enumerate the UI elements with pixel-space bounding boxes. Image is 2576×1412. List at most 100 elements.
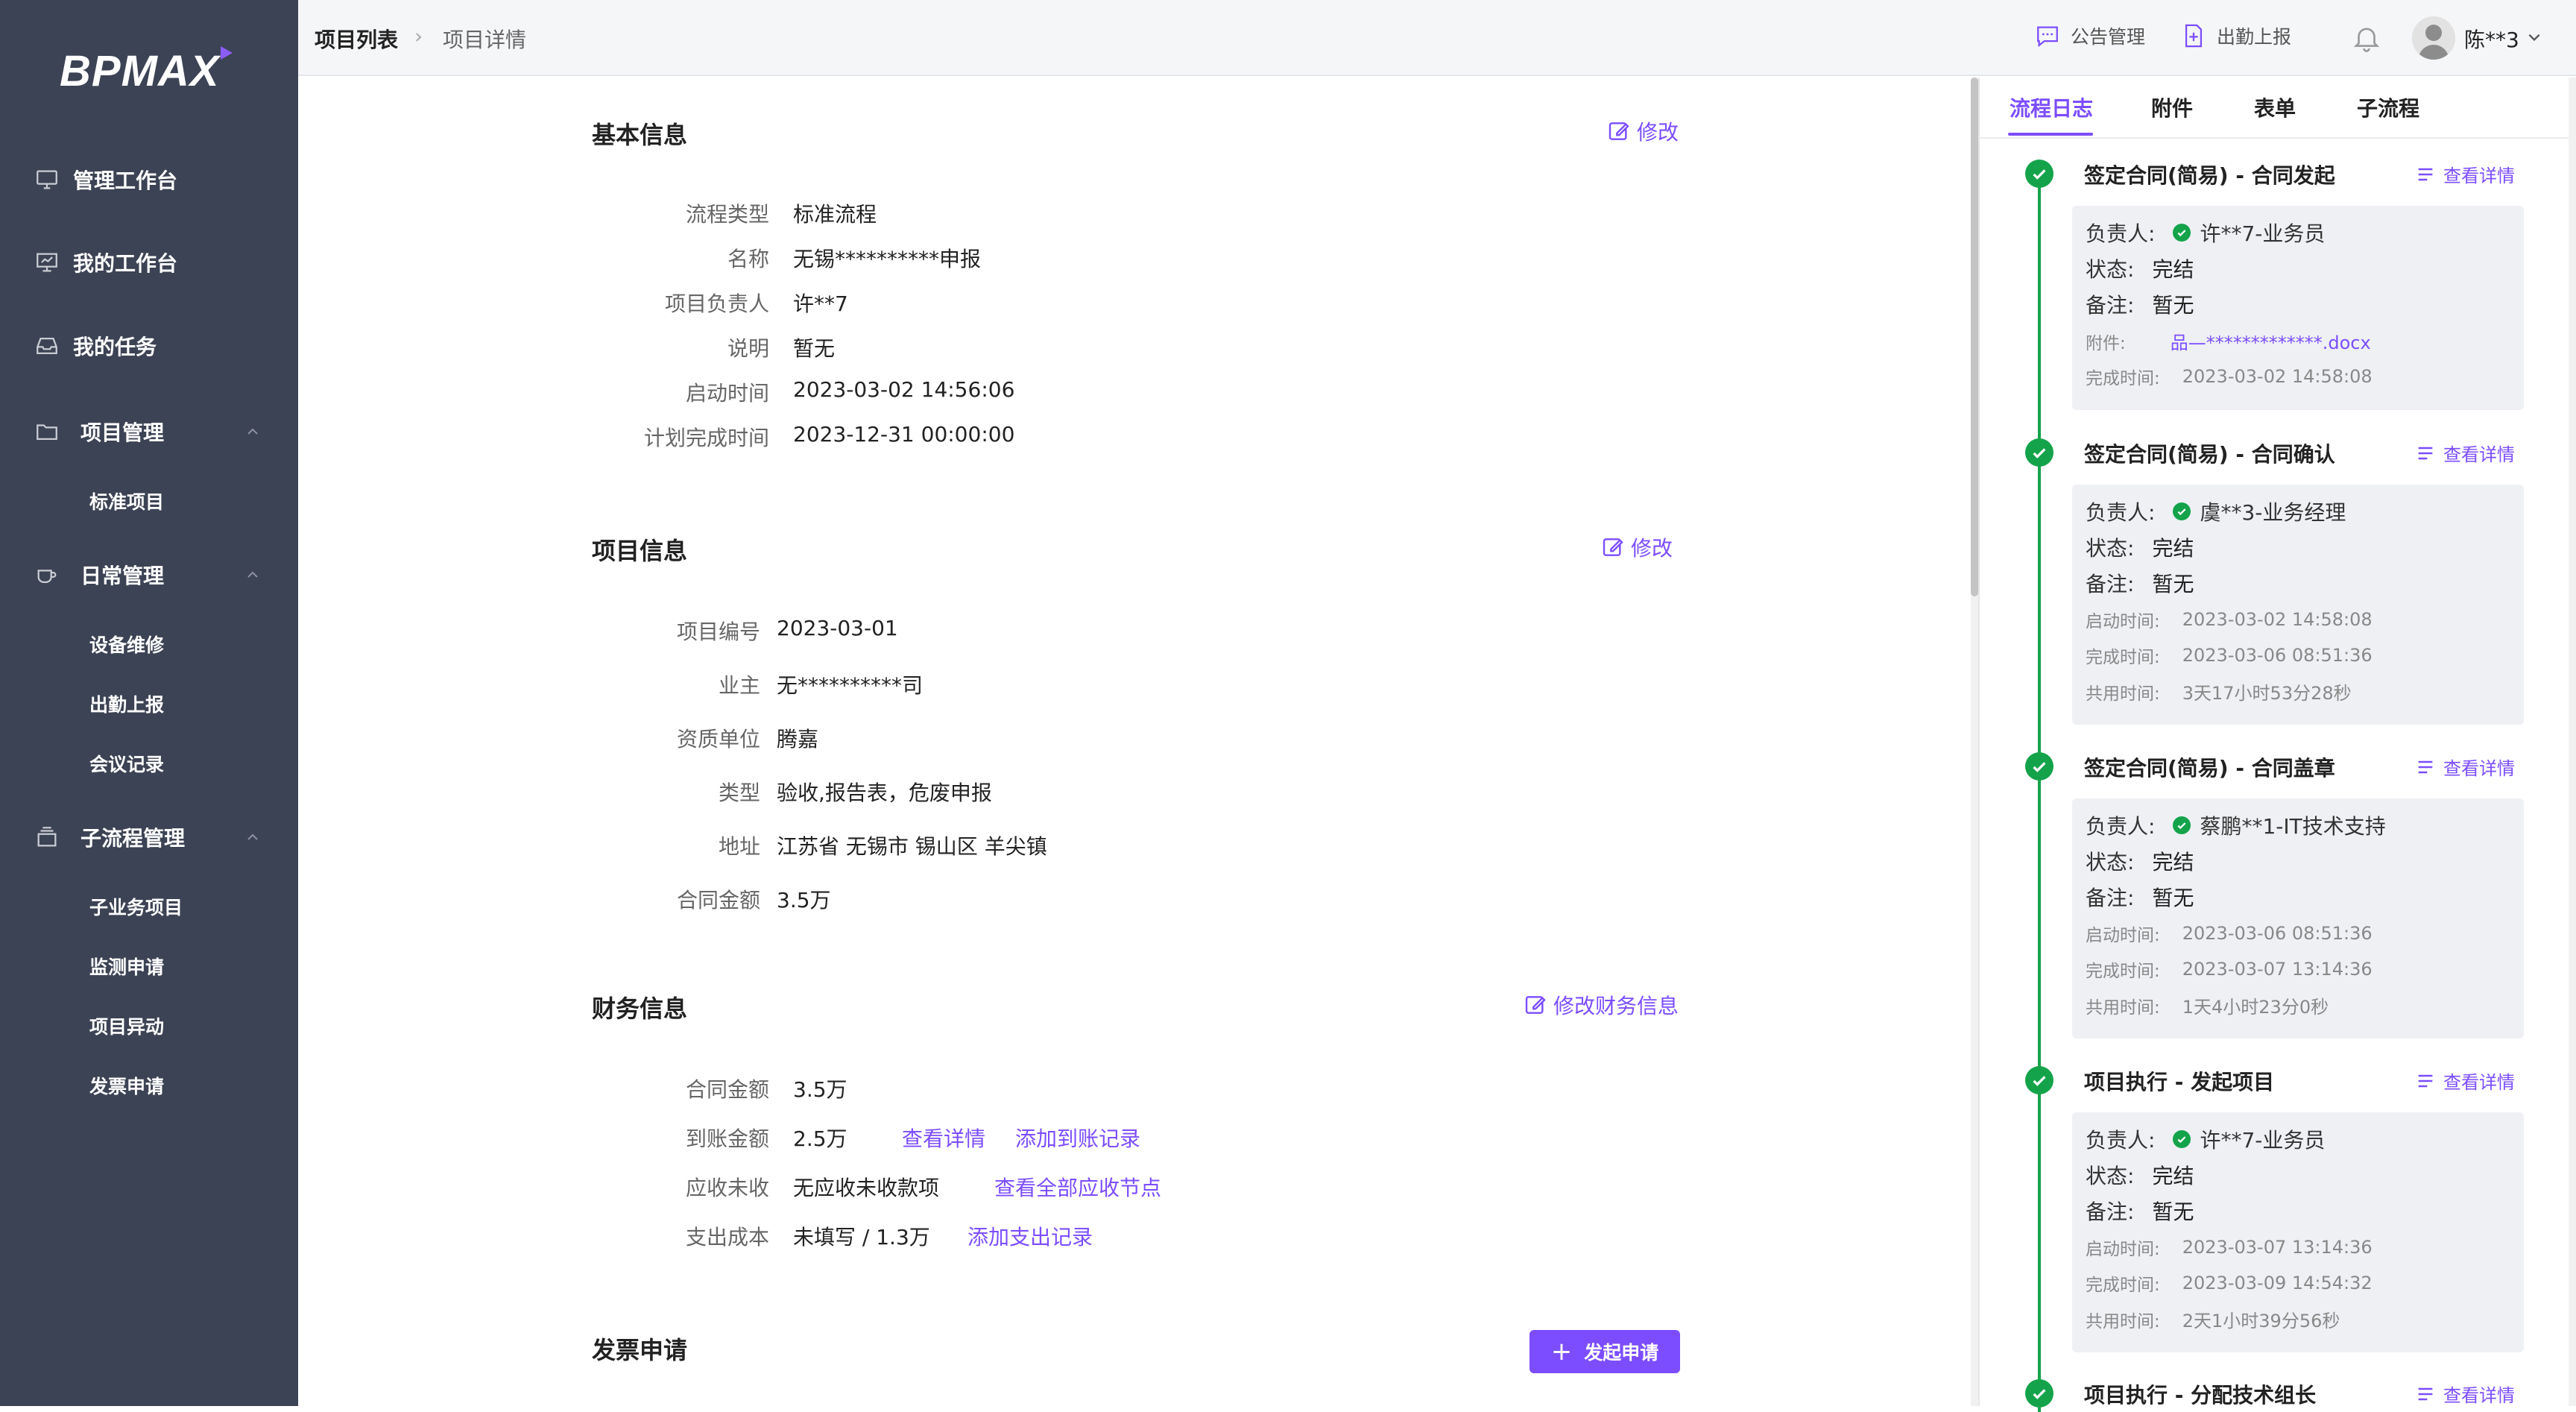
- bell-icon[interactable]: [2351, 22, 2382, 54]
- avatar[interactable]: [2412, 16, 2455, 60]
- timeline-check-icon: [2025, 438, 2053, 467]
- attendance-label: 出勤上报: [2217, 26, 2292, 48]
- check-circle-icon: [2173, 816, 2191, 834]
- tab-process-log[interactable]: 流程日志: [2010, 92, 2093, 122]
- view-details-label: 查看详情: [2443, 1385, 2515, 1406]
- add-received-record-link[interactable]: 添加到账记录: [1015, 1123, 1140, 1153]
- field-value: 2023-12-31 00:00:00: [793, 422, 1015, 447]
- status-value: 完结: [2152, 1164, 2194, 1188]
- field-label: 应收未收: [685, 1176, 769, 1200]
- owner-value: 虞**3-业务经理: [2200, 500, 2346, 525]
- log-card: 负责人: 许**7-业务员 状态: 完结 备注: 暂无 附件: 品—*********…: [2072, 206, 2524, 410]
- log-view-details-button[interactable]: 查看详情: [2415, 161, 2515, 187]
- finish-time-label: 完成时间:: [2086, 369, 2160, 388]
- sidebar-subitem-sub-business[interactable]: 子业务项目: [89, 888, 183, 925]
- list-icon: [2418, 447, 2433, 459]
- duration-value: 2天1小时39分56秒: [2182, 1311, 2340, 1331]
- start-time-label: 启动时间:: [2086, 926, 2160, 945]
- start-invoice-request-button[interactable]: + 发起申请: [1530, 1330, 1680, 1373]
- note-label: 备注:: [2086, 886, 2135, 910]
- tab-attachments[interactable]: 附件: [2151, 92, 2193, 122]
- log-view-details-button[interactable]: 查看详情: [2415, 440, 2515, 466]
- owner-label: 负责人:: [2086, 221, 2156, 246]
- log-card: 负责人: 蔡鹏**1-IT技术支持 状态: 完结 备注: 暂无 启动时间: 2023-…: [2072, 798, 2524, 1038]
- monitor-icon: [37, 170, 57, 189]
- timeline-check-icon: [2025, 160, 2053, 188]
- log-title: 项目执行 - 分配技术组长: [2084, 1383, 2317, 1408]
- check-circle-icon: [2173, 502, 2191, 520]
- sidebar-subitem-meeting-record[interactable]: 会议记录: [89, 745, 164, 782]
- view-received-details-link[interactable]: 查看详情: [902, 1123, 985, 1153]
- note-value: 暂无: [2152, 572, 2194, 596]
- sidebar-subitem-monitoring-request[interactable]: 监测申请: [89, 948, 164, 985]
- finish-time-value: 2023-03-09 14:54:32: [2182, 1273, 2373, 1293]
- sidebar-item-subprocess-management[interactable]: 子流程管理: [0, 811, 298, 863]
- sidebar-item-daily-management[interactable]: 日常管理: [0, 549, 298, 601]
- field-label: 项目编号: [676, 620, 760, 644]
- edit-label: 修改财务信息: [1553, 994, 1679, 1018]
- sidebar-item-my-workbench[interactable]: 我的工作台: [0, 236, 298, 289]
- finance-info-edit-button[interactable]: 修改财务信息: [1524, 990, 1679, 1020]
- check-circle-icon: [2173, 1130, 2191, 1148]
- plus-icon: +: [1550, 1337, 1573, 1367]
- view-all-receivable-nodes-link[interactable]: 查看全部应收节点: [994, 1172, 1161, 1202]
- logo[interactable]: BPMAX: [60, 46, 219, 96]
- note-label: 备注:: [2086, 572, 2135, 596]
- basic-info-edit-button[interactable]: 修改: [1607, 116, 1679, 146]
- attendance-link[interactable]: 出勤上报: [2181, 22, 2291, 49]
- status-value: 完结: [2152, 257, 2194, 282]
- sidebar-subitem-attendance[interactable]: 出勤上报: [89, 685, 164, 722]
- log-view-details-button[interactable]: 查看详情: [2415, 754, 2515, 780]
- field-value: 验收,报告表，危废申报: [777, 781, 992, 805]
- sidebar-item-label: 子流程管理: [80, 826, 186, 851]
- breadcrumb-separator-icon: ›: [414, 24, 423, 48]
- user-avatar-icon: [2412, 16, 2455, 60]
- edit-label: 修改: [1631, 536, 1673, 561]
- field-value: 未填写 / 1.3万: [793, 1225, 930, 1249]
- list-icon: [2418, 760, 2433, 773]
- field-value: 2023-03-02 14:56:06: [793, 377, 1015, 402]
- log-view-details-button[interactable]: 查看详情: [2415, 1068, 2515, 1094]
- main-scrollbar-thumb[interactable]: [1971, 78, 1978, 596]
- right-panel-scrollbar[interactable]: [2569, 78, 2576, 1406]
- list-icon: [2418, 168, 2433, 180]
- breadcrumb-project-list[interactable]: 项目列表: [315, 24, 398, 54]
- duration-label: 共用时间:: [2086, 684, 2160, 704]
- log-view-details-button[interactable]: 查看详情: [2415, 1381, 2515, 1407]
- announcement-link[interactable]: 公告管理: [2035, 22, 2145, 49]
- timeline-line: [2038, 174, 2041, 1412]
- field-label: 名称: [727, 247, 769, 271]
- timeline-check-icon: [2025, 1379, 2053, 1408]
- logo-mark-icon: [221, 46, 233, 60]
- sidebar-item-label: 管理工作台: [73, 168, 178, 193]
- button-label: 发起申请: [1584, 1342, 1659, 1364]
- tab-subprocess[interactable]: 子流程: [2357, 92, 2419, 122]
- tab-forms[interactable]: 表单: [2254, 92, 2296, 122]
- add-expense-record-link[interactable]: 添加支出记录: [967, 1221, 1093, 1251]
- sidebar-subitem-standard-project[interactable]: 标准项目: [89, 482, 164, 520]
- attachment-label: 附件:: [2086, 333, 2126, 353]
- attachment-file-link[interactable]: 品—*************.docx: [2171, 328, 2371, 354]
- owner-label: 负责人:: [2086, 1128, 2156, 1153]
- sidebar-subitem-equipment-repair[interactable]: 设备维修: [89, 625, 164, 663]
- note-label: 备注:: [2086, 1200, 2135, 1224]
- chevron-down-icon[interactable]: [2527, 30, 2542, 45]
- start-time-value: 2023-03-07 13:14:36: [2182, 1237, 2373, 1258]
- sidebar-item-my-tasks[interactable]: 我的任务: [0, 320, 298, 372]
- username[interactable]: 陈**3: [2464, 24, 2519, 54]
- sidebar-subitem-invoice-request[interactable]: 发票申请: [89, 1067, 164, 1104]
- finish-time-value: 2023-03-06 08:51:36: [2182, 645, 2373, 666]
- project-info-edit-button[interactable]: 修改: [1601, 532, 1673, 562]
- duration-label: 共用时间:: [2086, 1311, 2160, 1331]
- field-label: 到账金额: [685, 1126, 769, 1151]
- sidebar-item-label: 日常管理: [80, 564, 165, 588]
- field-label: 业主: [718, 673, 760, 698]
- field-value: 2023-03-01: [777, 616, 898, 640]
- field-label: 资质单位: [676, 727, 760, 751]
- sidebar-subitem-project-change[interactable]: 项目异动: [89, 1007, 164, 1044]
- field-label: 合同金额: [676, 888, 760, 913]
- note-label: 备注:: [2086, 293, 2135, 318]
- edit-icon: [1603, 538, 1623, 556]
- sidebar-item-project-management[interactable]: 项目管理: [0, 406, 298, 458]
- sidebar-item-admin-workbench[interactable]: 管理工作台: [0, 154, 298, 206]
